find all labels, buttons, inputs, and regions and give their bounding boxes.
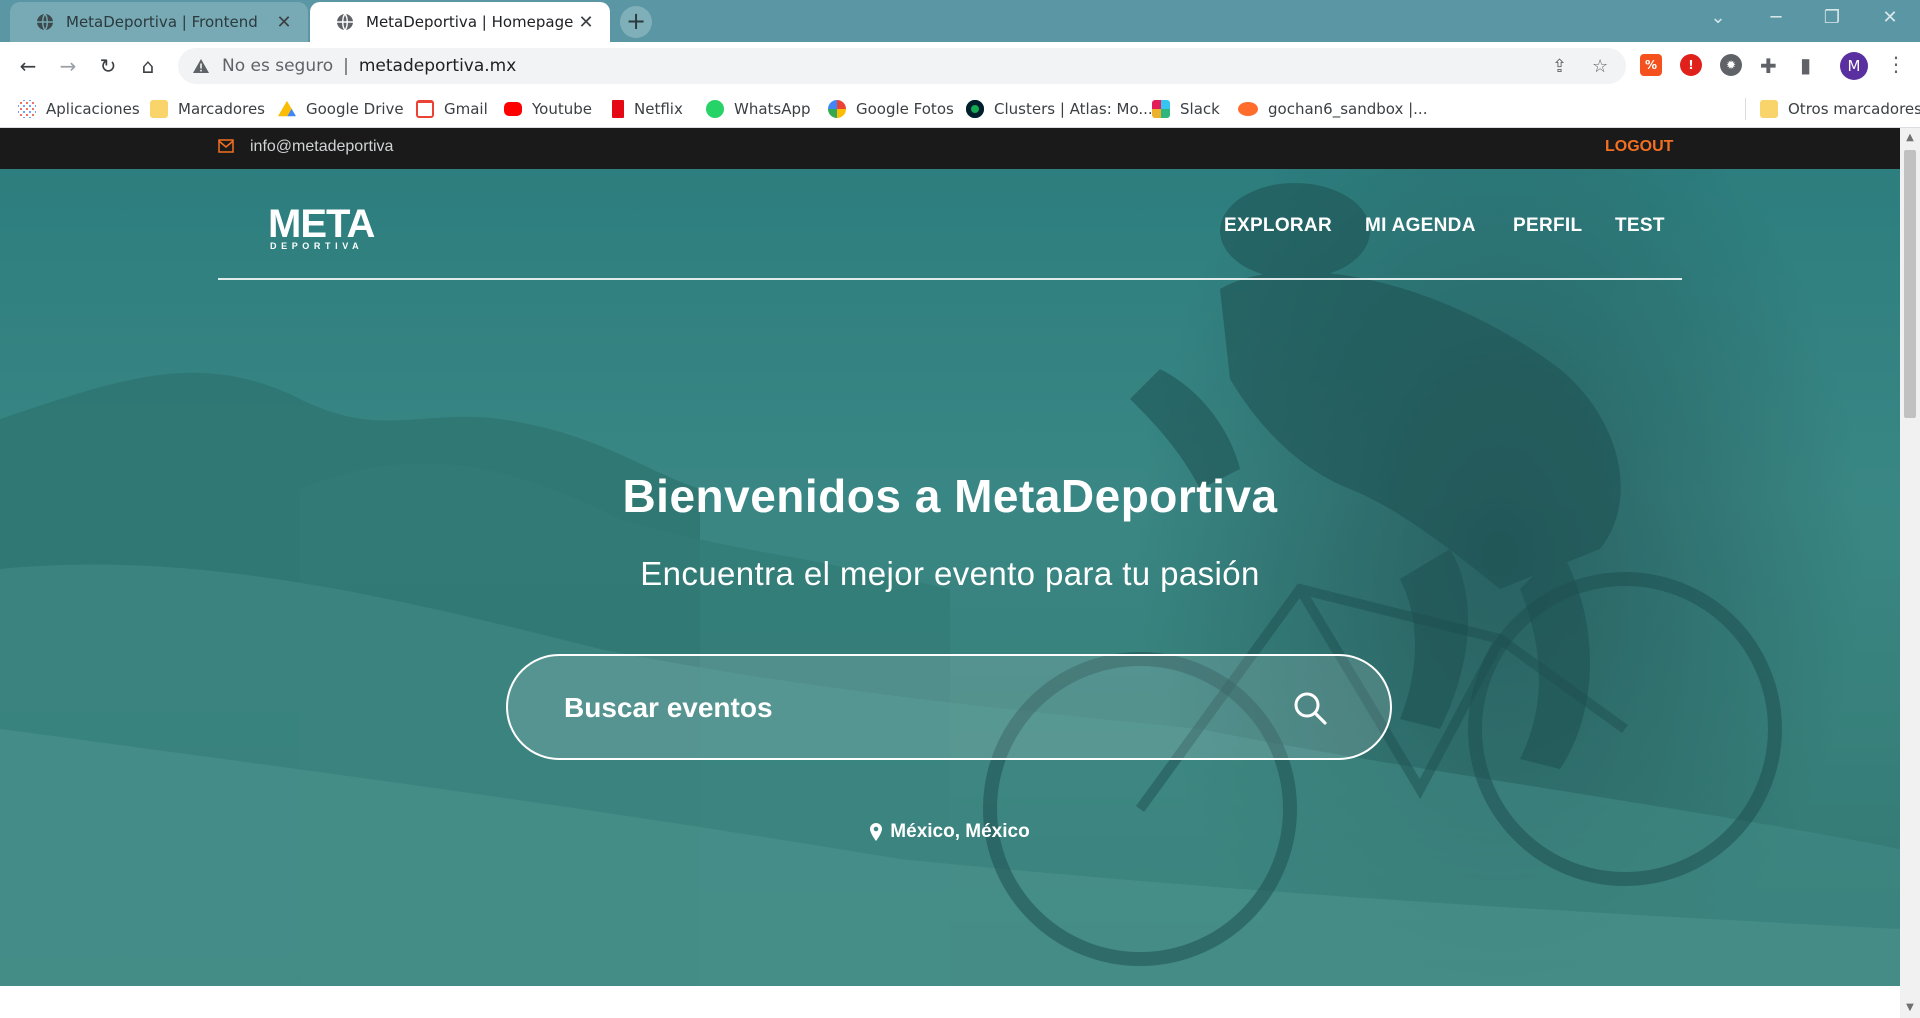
nav-explorar[interactable]: EXPLORAR — [1224, 215, 1332, 237]
warning-icon — [193, 59, 209, 73]
map-pin-icon — [870, 823, 883, 841]
new-tab-button[interactable]: + — [620, 6, 652, 38]
adblock-icon[interactable]: ! — [1680, 54, 1702, 76]
tab-frontend[interactable]: MetaDeportiva | Frontend ✕ — [10, 2, 308, 42]
menu-icon[interactable]: ⋮ — [1886, 52, 1906, 76]
gear-icon[interactable]: ✹ — [1720, 54, 1742, 76]
puzzle-icon[interactable]: ✚ — [1760, 54, 1777, 78]
reload-icon[interactable]: ↻ — [92, 50, 124, 82]
gmail-icon — [416, 100, 434, 118]
folder-icon — [150, 100, 168, 118]
metadeportiva-logo[interactable]: META DEPORTIVA — [268, 201, 384, 251]
hero-section: META DEPORTIVA EXPLORAR MI AGENDA PERFIL… — [0, 169, 1900, 986]
folder-icon — [1760, 100, 1778, 118]
browser-tabstrip: MetaDeportiva | Frontend ✕ MetaDeportiva… — [0, 0, 1920, 42]
tab-title: MetaDeportiva | Frontend — [66, 13, 258, 31]
location-label: México, México — [890, 821, 1030, 842]
share-icon[interactable]: ⇪ — [1552, 56, 1567, 77]
avatar[interactable]: M — [1840, 52, 1868, 80]
bookmark-star-icon[interactable]: ☆ — [1592, 56, 1608, 77]
bookmark-item[interactable]: Clusters | Atlas: Mo... — [966, 90, 1153, 128]
bookmark-item[interactable]: Youtube — [504, 90, 592, 128]
bookmark-item[interactable]: Google Drive — [278, 90, 404, 128]
youtube-icon — [504, 102, 522, 116]
slack-icon — [1152, 100, 1170, 118]
page-viewport: info@metadeportiva LOGOUT META DEPORTIVA… — [0, 128, 1900, 986]
scrollbar-thumb[interactable] — [1904, 150, 1916, 418]
cpanel-icon — [1238, 102, 1258, 116]
logout-link[interactable]: LOGOUT — [1605, 138, 1673, 156]
side-panel-icon[interactable]: ▮ — [1800, 53, 1811, 77]
close-icon[interactable]: ✕ — [576, 12, 596, 33]
event-search-box — [506, 654, 1392, 760]
globe-icon — [337, 13, 353, 31]
browser-toolbar: ← → ↻ ⌂ No es seguro | metadeportiva.mx … — [0, 42, 1920, 90]
bookmark-item[interactable]: WhatsApp — [706, 90, 811, 128]
location-selector[interactable]: México, México — [0, 821, 1900, 843]
netflix-icon — [612, 100, 624, 118]
svg-text:DEPORTIVA: DEPORTIVA — [270, 241, 363, 251]
bookmark-item[interactable]: gochan6_sandbox |... — [1238, 90, 1427, 128]
apps-grid-icon — [18, 100, 36, 118]
search-icon[interactable] — [1292, 690, 1328, 726]
scroll-up-icon[interactable]: ▲ — [1900, 128, 1920, 148]
hero-title: Bienvenidos a MetaDeportiva — [622, 470, 1278, 522]
header-divider — [218, 278, 1682, 280]
envelope-icon — [218, 139, 234, 153]
nav-test[interactable]: TEST — [1615, 215, 1665, 237]
top-info-bar: info@metadeportiva LOGOUT — [0, 128, 1900, 169]
forward-icon[interactable]: → — [52, 50, 84, 82]
bookmark-item[interactable]: Aplicaciones — [18, 90, 140, 128]
bookmark-item[interactable]: Marcadores — [150, 90, 265, 128]
svg-text:META: META — [268, 202, 374, 246]
hero-subtitle: Encuentra el mejor evento para tu pasión — [640, 555, 1260, 592]
divider: | — [343, 56, 349, 76]
mongodb-icon — [966, 100, 984, 118]
nav-mi-agenda[interactable]: MI AGENDA — [1365, 215, 1476, 237]
search-input[interactable] — [564, 684, 1264, 732]
bookmark-item[interactable]: Slack — [1152, 90, 1220, 128]
restore-icon[interactable]: ❐ — [1804, 0, 1860, 36]
scroll-down-icon[interactable]: ▼ — [1900, 998, 1920, 1018]
url-text: metadeportiva.mx — [358, 56, 517, 76]
google-drive-icon — [278, 100, 296, 117]
globe-icon — [37, 13, 53, 31]
address-bar[interactable]: No es seguro | metadeportiva.mx — [178, 48, 1626, 84]
divider — [1745, 98, 1746, 120]
tab-homepage[interactable]: MetaDeportiva | Homepage ✕ — [310, 2, 610, 42]
other-bookmarks[interactable]: Otros marcadores — [1760, 90, 1920, 128]
back-icon[interactable]: ← — [12, 50, 44, 82]
nav-perfil[interactable]: PERFIL — [1513, 215, 1582, 237]
bookmark-item[interactable]: Netflix — [612, 90, 683, 128]
page-scrollbar[interactable]: ▲ ▼ — [1900, 128, 1920, 1018]
minimize-icon[interactable]: ─ — [1748, 0, 1804, 36]
bookmarks-bar: Aplicaciones Marcadores Google Drive Gma… — [0, 90, 1920, 128]
bookmark-item[interactable]: Gmail — [416, 90, 488, 128]
tab-search-icon[interactable]: ⌄ — [1690, 0, 1746, 36]
bookmark-item[interactable]: Google Fotos — [828, 90, 954, 128]
whatsapp-icon — [706, 100, 724, 118]
google-photos-icon — [828, 100, 846, 118]
close-icon[interactable]: ✕ — [274, 12, 294, 33]
tab-title: MetaDeportiva | Homepage — [366, 13, 574, 31]
extension-icon[interactable]: % — [1640, 54, 1662, 76]
security-label: No es seguro — [222, 56, 334, 76]
home-icon[interactable]: ⌂ — [132, 50, 164, 82]
window-close-icon[interactable]: ✕ — [1862, 0, 1918, 36]
contact-email[interactable]: info@metadeportiva — [250, 138, 393, 156]
